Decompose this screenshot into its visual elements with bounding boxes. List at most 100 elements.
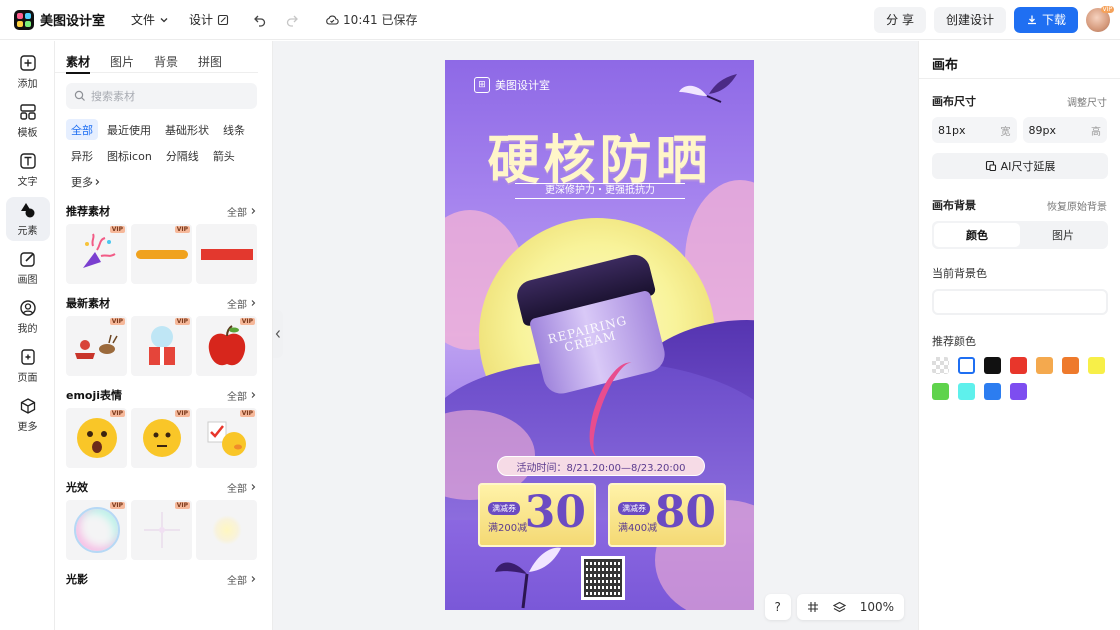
restore-bg-link[interactable]: 恢复原始背景 [1047,198,1107,213]
download-button[interactable]: 下载 [1013,6,1078,33]
swatch-purple[interactable] [1010,383,1027,400]
chip-lines[interactable]: 线条 [218,119,250,140]
tab-materials[interactable]: 素材 [66,53,91,74]
swatch-cyan[interactable] [958,383,975,400]
asset-red-bar[interactable] [196,224,257,284]
nav-draw[interactable]: 画图 [0,243,55,292]
layers-icon[interactable] [832,601,846,614]
asset-glow[interactable] [196,500,257,560]
grid-icon[interactable] [807,601,819,613]
tab-images[interactable]: 图片 [110,53,134,73]
swatch-yellow[interactable] [1088,357,1105,374]
ai-resize-button[interactable]: AI尺寸延展 [932,153,1108,179]
swatch-black[interactable] [984,357,1001,374]
vip-badge: VIP [239,410,255,417]
section-title: 光效 [66,481,88,494]
asset-bubble[interactable]: VIP [66,500,127,560]
nav-text[interactable]: 文字 [0,145,55,194]
swatch-red[interactable] [1010,357,1027,374]
section-all-label: 全部 [227,391,247,403]
file-menu-label: 文件 [131,13,156,27]
current-bg-swatch[interactable] [932,289,1108,315]
section-all-link[interactable]: 全部 [227,572,257,587]
asset-emoji-thinking[interactable]: VIP [131,408,192,468]
asset-orange-stroke[interactable]: VIP [131,224,192,284]
asset-party-popper[interactable]: VIP [66,224,127,284]
poster-canvas[interactable]: ⊞ 美图设计室 硬核防晒 更深修护力・更强抵抗力 REPAIRING CREAM… [445,60,754,610]
undo-icon[interactable] [253,13,267,27]
asset-emoji-scared[interactable]: VIP [66,408,127,468]
nav-add-label: 添加 [17,78,38,90]
nav-pages[interactable]: 页面 [0,341,55,390]
nav-template[interactable]: 模板 [0,96,55,145]
search-input[interactable] [91,89,241,103]
nav-more[interactable]: 更多 [0,390,55,439]
asset-reindeer-sleigh[interactable]: VIP [66,316,127,376]
app-logo[interactable]: 美图设计室 [14,9,105,30]
section-all-link[interactable]: 全部 [227,480,257,495]
asset-gift-snowglobe[interactable]: VIP [131,316,192,376]
chevron-right-icon [251,392,256,398]
nav-elements[interactable]: 元素 [0,194,55,243]
cube-icon [20,397,35,414]
chip-all[interactable]: 全部 [66,119,98,140]
asset-red-apple[interactable]: VIP [196,316,257,376]
resize-link[interactable]: 调整尺寸 [1067,94,1107,109]
ai-expand-icon [985,160,996,172]
chip-more[interactable]: 更多 [66,171,106,192]
chevron-left-icon [275,330,280,338]
design-menu-label: 设计 [189,13,214,27]
asset-emoji-duck[interactable]: VIP [196,408,257,468]
category-chips: 全部 最近使用 基础形状 线条 异形 图标icon 分隔线 箭头 更多 [55,109,260,192]
chip-arrows[interactable]: 箭头 [208,145,240,166]
section-title: 最新素材 [66,297,110,310]
butterfly-icon [679,74,737,103]
nav-elements-label: 元素 [17,225,38,237]
swatch-orange[interactable] [1062,357,1079,374]
chip-basic-shapes[interactable]: 基础形状 [160,119,214,140]
width-field[interactable]: 81px 宽 [932,117,1017,143]
chip-icons[interactable]: 图标icon [102,145,157,166]
section-all-link[interactable]: 全部 [227,204,257,219]
asset-sparkle[interactable]: VIP [131,500,192,560]
search-box [66,83,257,109]
zoom-level[interactable]: 100% [860,600,894,614]
redo-icon[interactable] [285,13,299,27]
seg-color[interactable]: 颜色 [934,223,1020,247]
chip-irregular[interactable]: 异形 [66,145,98,166]
swatch-light-orange[interactable] [1036,357,1053,374]
canvas-area[interactable]: ⊞ 美图设计室 硬核防晒 更深修护力・更强抵抗力 REPAIRING CREAM… [273,41,918,630]
nav-mine[interactable]: 我的 [0,292,55,341]
share-button[interactable]: 分 享 [874,6,926,33]
chevron-right-icon [95,178,100,185]
chip-recent[interactable]: 最近使用 [102,119,156,140]
template-icon [19,103,36,120]
section-all-label: 全部 [227,207,247,219]
create-design-button[interactable]: 创建设计 [933,6,1006,33]
swatch-transparent[interactable] [932,357,949,374]
vip-badge: VIP [174,226,190,233]
swatch-white[interactable] [958,357,975,374]
tab-backgrounds[interactable]: 背景 [154,53,178,73]
swatch-green[interactable] [932,383,949,400]
chip-dividers[interactable]: 分隔线 [161,145,204,166]
section-all-link[interactable]: 全部 [227,296,257,311]
zoom-toolbar: ? 100% [764,594,904,620]
section-all-link[interactable]: 全部 [227,388,257,403]
help-button[interactable]: ? [764,594,791,620]
seg-image[interactable]: 图片 [1020,223,1106,247]
tab-collage[interactable]: 拼图 [198,53,222,73]
avatar[interactable]: VIP [1086,5,1114,32]
swatch-blue[interactable] [984,383,1001,400]
panel-title: 画布 [919,41,1120,79]
assets-tabs: 素材 图片 背景 拼图 [55,41,258,74]
text-icon [19,152,36,169]
height-field[interactable]: 89px 高 [1022,117,1107,143]
collapse-panel-handle[interactable] [273,310,283,358]
file-menu[interactable]: 文件 [131,11,169,28]
qr-code [581,556,625,600]
design-menu[interactable]: 设计 [189,11,229,28]
section-title: 推荐素材 [66,205,110,218]
nav-add[interactable]: 添加 [0,47,55,96]
vip-badge: VIP [174,318,190,325]
